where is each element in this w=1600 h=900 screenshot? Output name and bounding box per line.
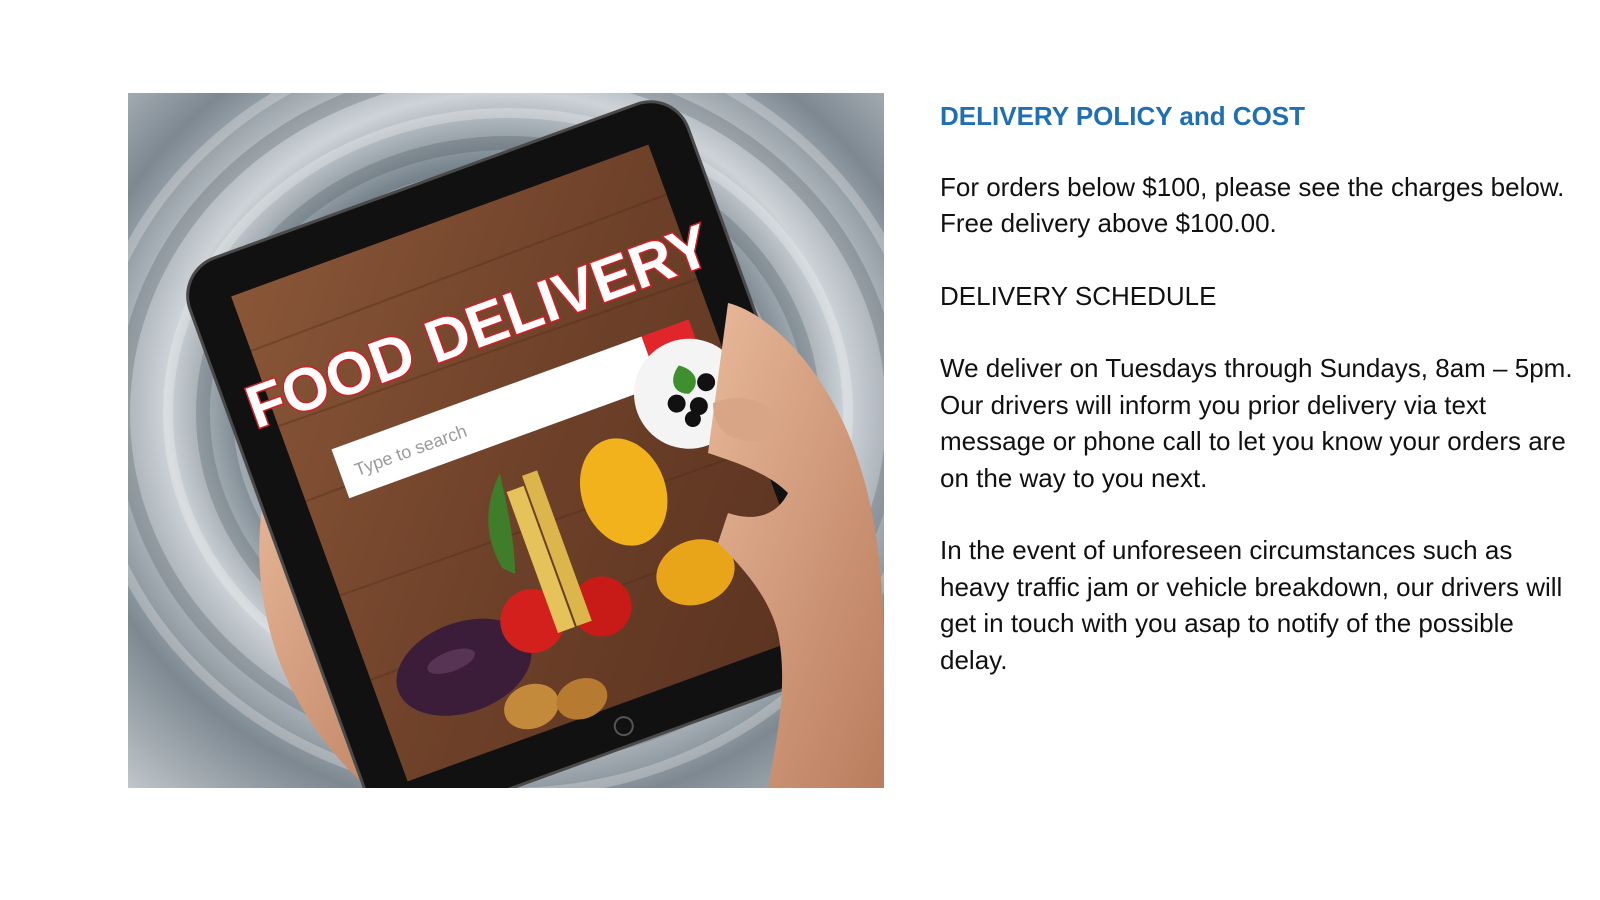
delay-text: In the event of unforeseen circumstances… (940, 535, 1563, 675)
tablet-illustration: FOOD DELIVERY Type to search (128, 93, 884, 788)
schedule-text: We deliver on Tuesdays through Sundays, … (940, 353, 1573, 493)
policy-heading: DELIVERY POLICY and COST (940, 101, 1306, 131)
food-delivery-photo: FOOD DELIVERY Type to search (128, 93, 884, 788)
slide: FOOD DELIVERY Type to search DELIVERY PO… (0, 0, 1600, 900)
schedule-heading: DELIVERY SCHEDULE (940, 280, 1217, 311)
policy-intro: For orders below $100, please see the ch… (940, 171, 1565, 239)
delivery-policy-text: DELIVERY POLICY and COST For orders belo… (940, 98, 1580, 714)
